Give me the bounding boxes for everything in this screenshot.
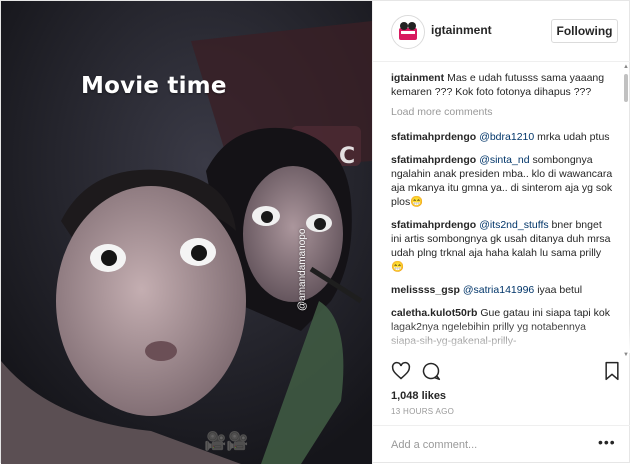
comment-text: iyaa betul (537, 284, 583, 296)
more-options-icon[interactable]: ••• (598, 434, 616, 450)
photo-caption-overlay: Movie time (81, 73, 227, 99)
scroll-down-arrow-icon[interactable]: ▼ (623, 352, 629, 358)
comment-item: sfatimahprdengo @its2nd_stuffs bner bnget… (391, 218, 613, 274)
following-button[interactable]: Following (551, 19, 618, 43)
camera-stickers: 🎥🎥 (204, 431, 249, 451)
post-header: igtainment Following (373, 1, 630, 62)
comment-item: sfatimahprdengo @sinta_nd sombongnya ngal… (391, 153, 613, 209)
avatar-logo-icon (392, 16, 424, 48)
comment-mention[interactable]: @satria141996 (463, 284, 534, 296)
comment-item: melissss_gsp @satria141996 iyaa betul (391, 283, 613, 297)
header-username[interactable]: igtainment (431, 23, 492, 37)
instagram-post: C Movie time @amandamanopo 🎥🎥 igtainment… (0, 0, 630, 464)
post-photo[interactable]: C Movie time @amandamanopo 🎥🎥 (1, 1, 372, 464)
post-timestamp[interactable]: 13 HOURS AGO (391, 407, 454, 416)
comment-username[interactable]: sfatimahprdengo (391, 219, 476, 231)
caption-comment: igtainment Mas e udah futusss sama yaaang… (391, 71, 613, 99)
profile-avatar[interactable] (391, 15, 425, 49)
photo-scene: C (1, 1, 372, 464)
comment-text: mrka udah ptus (537, 131, 610, 143)
post-side-panel: igtainment Following igtainment Mas e uda… (372, 1, 630, 464)
comment-mention[interactable]: @its2nd_stuffs (479, 219, 548, 231)
comments-fade (373, 323, 630, 353)
comment-username[interactable]: melissss_gsp (391, 284, 460, 296)
user-tag-sticker[interactable]: @amandamanopo (297, 229, 308, 311)
bookmark-icon[interactable] (603, 361, 621, 386)
comment-item: sfatimahprdengo @bdra1210 mrka udah ptus (391, 130, 613, 144)
comments-scrollbar[interactable]: ▲ ▼ (623, 64, 629, 358)
load-more-comments-link[interactable]: Load more comments (391, 106, 613, 118)
comment-mention[interactable]: @sinta_nd (479, 154, 529, 166)
add-comment-input[interactable] (391, 436, 591, 454)
scroll-up-arrow-icon[interactable]: ▲ (623, 64, 629, 70)
likes-count[interactable]: 1,048 likes (391, 390, 446, 402)
caption-username[interactable]: igtainment (391, 72, 444, 84)
comment-username[interactable]: sfatimahprdengo (391, 131, 476, 143)
comment-mention[interactable]: @bdra1210 (479, 131, 534, 143)
comment-icon[interactable] (421, 361, 441, 386)
comment-username[interactable]: sfatimahprdengo (391, 154, 476, 166)
add-comment-bar: ••• (373, 425, 630, 464)
comment-username[interactable]: caletha.kulot50rb (391, 307, 477, 319)
scrollbar-thumb[interactable] (624, 74, 628, 102)
comments-list: igtainment Mas e udah futusss sama yaaang… (391, 71, 613, 357)
heart-icon[interactable] (391, 361, 411, 386)
